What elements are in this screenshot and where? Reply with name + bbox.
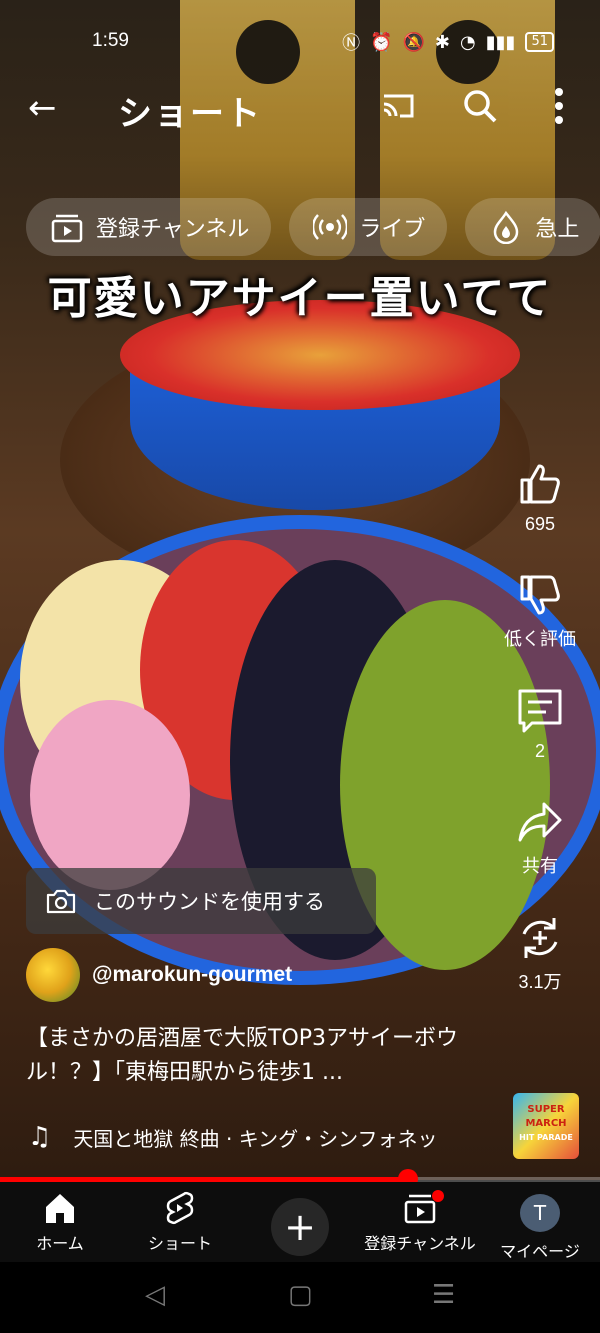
use-sound-label: このサウンドを使用する xyxy=(94,890,325,914)
subscriptions-icon xyxy=(51,214,83,243)
new-content-dot xyxy=(432,1190,444,1202)
remix-count: 3.1万 xyxy=(518,972,562,992)
chip-label: ライブ xyxy=(359,217,426,242)
nav-home-label: ホーム xyxy=(36,1234,84,1253)
status-bar: 1:59 Ⓝ ⏰ 🔕 ✱ ◔ ▮▮▮ 51 xyxy=(0,20,600,60)
plus-icon: + xyxy=(284,1205,316,1249)
back-triangle-icon[interactable]: ◁ xyxy=(145,1280,165,1310)
search-icon[interactable] xyxy=(462,88,498,124)
status-time: 1:59 xyxy=(92,30,129,51)
page-title: ショート xyxy=(118,94,262,134)
thumbs-down-icon xyxy=(520,575,560,615)
channel-handle[interactable]: @marokun-gourmet xyxy=(92,963,292,987)
remix-button[interactable]: 3.1万 xyxy=(516,914,564,994)
comment-icon xyxy=(518,689,562,733)
app-bar: ← ショート xyxy=(0,78,600,138)
bottom-nav: ホーム ショート + 登録チャンネル T マイページ xyxy=(0,1182,600,1262)
action-column: 695 低く評価 2 共有 3.1万 xyxy=(494,460,586,1016)
minnie-chocolate xyxy=(30,700,190,890)
comments-count: 2 xyxy=(534,741,545,761)
dislike-button[interactable]: 低く評価 xyxy=(504,571,576,651)
battery-indicator: 51 xyxy=(525,32,554,52)
video-caption: 可愛いアサイー置いてて xyxy=(47,273,553,324)
chip-live[interactable]: ライブ xyxy=(289,198,448,256)
music-note-icon: ♫ xyxy=(28,1122,52,1152)
more-vert-icon[interactable] xyxy=(548,86,570,126)
thumbs-up-icon xyxy=(520,464,560,504)
chip-label: 急上 xyxy=(535,217,580,242)
comments-button[interactable]: 2 xyxy=(516,687,564,762)
nav-create[interactable]: + xyxy=(240,1182,360,1262)
wifi-icon: ◔ xyxy=(460,31,476,53)
profile-avatar: T xyxy=(520,1194,560,1232)
create-button[interactable]: + xyxy=(271,1198,329,1256)
share-button[interactable]: 共有 xyxy=(516,798,564,878)
nav-shorts[interactable]: ショート xyxy=(120,1182,240,1262)
mute-icon: 🔕 xyxy=(402,31,425,53)
shorts-screen: 1:59 Ⓝ ⏰ 🔕 ✱ ◔ ▮▮▮ 51 ← ショート 登録チャンネル ライブ… xyxy=(0,0,600,1333)
nav-me[interactable]: T マイページ xyxy=(480,1182,600,1262)
shorts-icon xyxy=(166,1192,194,1224)
share-label: 共有 xyxy=(522,856,558,876)
cast-icon[interactable] xyxy=(382,92,414,118)
nfc-icon: Ⓝ xyxy=(342,33,361,54)
use-sound-button[interactable]: このサウンドを使用する xyxy=(26,868,376,934)
camera-icon xyxy=(46,889,76,914)
bluetooth-icon: ✱ xyxy=(434,31,451,53)
music-track: 天国と地獄 終曲 · キング・シンフォネッ xyxy=(73,1126,438,1151)
nav-home[interactable]: ホーム xyxy=(0,1182,120,1262)
chip-label: 登録チャンネル xyxy=(96,217,250,242)
nav-shorts-label: ショート xyxy=(147,1234,212,1253)
nav-subscriptions[interactable]: 登録チャンネル xyxy=(360,1182,480,1262)
remix-icon xyxy=(522,918,558,958)
live-icon xyxy=(313,214,348,240)
chip-trending[interactable]: 急上 xyxy=(465,198,600,256)
signal-icon: ▮▮▮ xyxy=(485,31,516,53)
nav-subscriptions-label: 登録チャンネル xyxy=(364,1234,476,1253)
channel-avatar[interactable] xyxy=(26,948,80,1002)
video-title[interactable]: 【まさかの居酒屋で大阪TOP3アサイーボウル！？】「東梅田駅から徒歩1 ... xyxy=(26,1022,516,1090)
back-arrow-icon[interactable]: ← xyxy=(28,88,57,128)
nav-me-label: マイページ xyxy=(500,1242,580,1261)
status-icons: Ⓝ ⏰ 🔕 ✱ ◔ ▮▮▮ 51 xyxy=(342,29,554,55)
chip-subscriptions[interactable]: 登録チャンネル xyxy=(26,198,272,256)
system-nav-bar: ◁ ▢ ☰ xyxy=(0,1262,600,1333)
dislike-label: 低く評価 xyxy=(504,629,576,649)
alarm-icon: ⏰ xyxy=(370,31,393,53)
music-row[interactable]: ♫ 天国と地獄 終曲 · キング・シンフォネッ xyxy=(28,1122,508,1152)
recents-icon[interactable]: ☰ xyxy=(432,1280,455,1310)
home-icon xyxy=(46,1194,74,1223)
feed-chips: 登録チャンネル ライブ 急上 xyxy=(26,198,600,256)
album-art[interactable]: SUPER MARCH HIT PARADE xyxy=(513,1093,579,1159)
like-count: 695 xyxy=(524,514,556,534)
share-icon xyxy=(518,802,562,842)
home-square-icon[interactable]: ▢ xyxy=(288,1280,313,1310)
like-button[interactable]: 695 xyxy=(516,460,564,535)
trending-icon xyxy=(494,210,519,244)
channel-row[interactable]: @marokun-gourmet xyxy=(26,948,292,1002)
